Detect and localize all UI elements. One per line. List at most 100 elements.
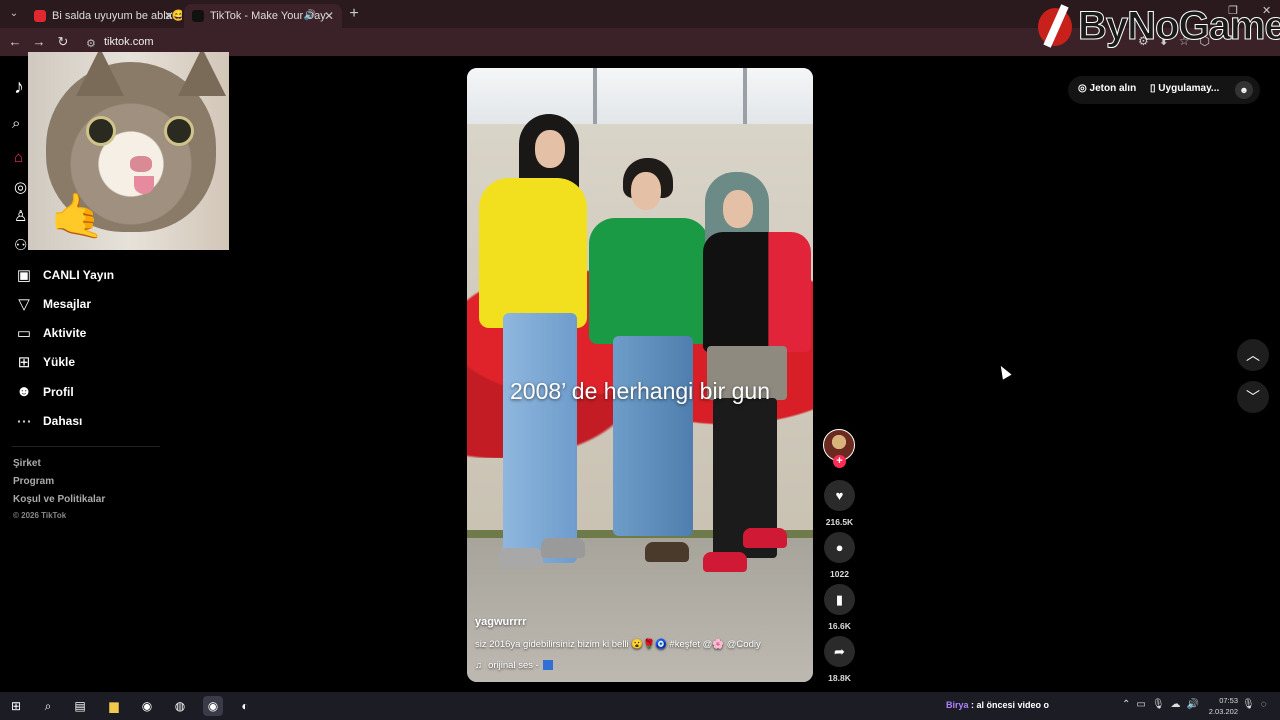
get-app-button[interactable]: ▯ Uygulamay... — [1150, 83, 1219, 94]
watermark-text: ByNoGame — [1078, 4, 1280, 49]
sidebar-item-profile[interactable]: ☻ Profil — [12, 382, 162, 404]
call-me-hand-icon: 🤙 — [50, 192, 105, 241]
person-face — [535, 130, 565, 168]
person-face — [631, 172, 661, 210]
save-button[interactable]: ▮ — [824, 584, 855, 615]
chrome-profile-icon[interactable]: ◉ — [203, 696, 223, 716]
footer-link-program[interactable]: Program — [13, 476, 54, 487]
close-tab-icon[interactable]: ✕ — [324, 4, 334, 28]
video-description: siz 2016ya gidebilirsiniz bizim ki belli… — [475, 639, 761, 650]
person-green-jacket — [589, 218, 709, 344]
get-coins-button[interactable]: ◎ Jeton alın — [1078, 83, 1136, 94]
get-app-label: Uygulamay... — [1158, 83, 1220, 94]
music-note-icon: ♫ — [475, 660, 483, 671]
comment-icon: ● — [835, 540, 844, 555]
close-tab-icon[interactable]: ✕ — [164, 4, 174, 28]
person-shoe — [499, 548, 543, 568]
discord-icon[interactable]: ◍ — [170, 696, 190, 716]
sidebar-item-messages[interactable]: ▽ Mesajlar — [12, 294, 162, 316]
file-explorer-icon[interactable]: ▆ — [104, 696, 124, 716]
bookmark-icon: ▮ — [835, 592, 844, 607]
person-face — [723, 190, 753, 228]
explore-icon[interactable]: ◎ — [14, 178, 27, 196]
like-count: 216.5K — [825, 517, 854, 527]
video-sound[interactable]: ♫ orijinal ses - — [475, 660, 553, 671]
chat-username: Birya — [946, 700, 969, 710]
footer-link-company[interactable]: Şirket — [13, 458, 41, 469]
clock[interactable]: 07:53 2.03.202 — [1206, 695, 1238, 717]
tiktok-icon — [192, 10, 204, 22]
header-actions: ◎ Jeton alın ▯ Uygulamay... ☻ — [1068, 76, 1260, 104]
sidebar-item-activity[interactable]: ▭ Aktivite — [12, 323, 162, 345]
person-shoe — [541, 538, 585, 558]
search-icon[interactable]: ⌕ — [12, 115, 20, 132]
tiktok-logo-icon[interactable]: ♪ — [14, 76, 24, 99]
notification-icons[interactable]: 🎙◌ — [1242, 699, 1273, 710]
url-text: tiktok.com — [104, 36, 154, 48]
person-yellow-hoodie — [479, 178, 587, 328]
task-view-icon[interactable]: ▤ — [70, 696, 90, 716]
taskbar: ⊞ ⌕ ▤ ▆ ◉ ◍ ◉ ◐ Birya : al öncesi video … — [0, 692, 1280, 720]
cat-eye — [86, 116, 116, 146]
site-info-icon[interactable]: ⚙ — [86, 34, 96, 54]
coin-icon: ◎ — [1078, 83, 1087, 94]
new-tab-button[interactable]: + — [346, 4, 362, 24]
cat-ear — [178, 52, 226, 96]
friends-icon[interactable]: ⚇ — [14, 236, 27, 254]
like-button[interactable]: ♥ — [824, 480, 855, 511]
get-coins-label: Jeton alın — [1089, 83, 1137, 94]
clock-time: 07:53 — [1219, 696, 1238, 705]
phone-icon: ▯ — [1150, 83, 1156, 94]
user-avatar[interactable]: ☻ — [1235, 81, 1253, 99]
more-icon: ⋯ — [16, 413, 32, 430]
video-overlay-text: 2008’ de herhangi bir gun — [509, 378, 771, 404]
heart-icon: ♥ — [835, 488, 844, 503]
previous-video-button[interactable]: ︿ — [1237, 339, 1269, 371]
sidebar-item-label: Aktivite — [43, 326, 87, 340]
next-video-button[interactable]: ﹀ — [1237, 381, 1269, 413]
back-icon[interactable]: ← — [6, 33, 24, 51]
stream-chat-message: Birya : al öncesi video o — [946, 700, 1049, 710]
sidebar-item-more[interactable]: ⋯ Dahası — [12, 411, 162, 433]
search-icon[interactable]: ⌕ — [38, 696, 58, 716]
live-icon: ▣ — [16, 267, 32, 284]
system-tray-icons[interactable]: ⌃▭🎙☁🔊 — [1122, 699, 1205, 710]
save-count: 16.6K — [828, 621, 851, 631]
following-icon[interactable]: ♙ — [14, 207, 27, 225]
windows-start-icon[interactable]: ⊞ — [6, 696, 26, 716]
sidebar-item-upload[interactable]: ⊞ Yükle — [12, 352, 162, 374]
video-author[interactable]: yagwurrrr — [475, 616, 526, 628]
forward-icon[interactable]: → — [30, 33, 48, 51]
home-icon[interactable]: ⌂ — [14, 149, 23, 166]
chrome-icon[interactable]: ◉ — [137, 696, 157, 716]
reload-icon[interactable]: ↻ — [54, 33, 72, 51]
obs-icon[interactable]: ◐ — [235, 696, 255, 716]
sidebar-divider — [12, 446, 160, 447]
share-button[interactable]: ➦ — [824, 636, 855, 667]
comment-button[interactable]: ● — [824, 532, 855, 563]
chevron-up-icon: ︿ — [1246, 347, 1260, 363]
sidebar-item-label: CANLI Yayın — [43, 268, 115, 282]
watermark: ByNoGame — [1036, 2, 1280, 52]
mouse-cursor-icon — [996, 363, 1012, 380]
share-icon: ➦ — [834, 644, 845, 659]
comment-count: 1022 — [830, 569, 849, 579]
person-jeans — [503, 313, 577, 563]
sidebar-item-label: Yükle — [43, 355, 76, 369]
url-field[interactable]: ⚙ tiktok.com — [84, 32, 984, 52]
speaker-icon[interactable]: 🔊 — [304, 4, 316, 28]
cat-ear — [76, 52, 124, 96]
cat-tongue — [134, 176, 154, 194]
messages-icon: ▽ — [18, 296, 30, 313]
tab-tiktok[interactable]: TikTok - Make Your Day 🔊 ✕ — [184, 4, 342, 28]
person-red-jacket — [703, 232, 811, 352]
follow-plus-icon[interactable]: + — [833, 455, 846, 468]
copyright: © 2026 TikTok — [13, 511, 67, 520]
tab-youtube[interactable]: Bi salda uyuyum be abla😄 - Yo ✕ — [26, 4, 182, 28]
sidebar-item-label: Profil — [43, 385, 74, 399]
tab-search-chevron-icon[interactable]: ⌄ — [6, 6, 22, 22]
footer-link-terms[interactable]: Koşul ve Politikalar — [13, 494, 105, 505]
video-player[interactable]: 2008’ de herhangi bir gun yagwurrrr siz … — [467, 68, 813, 682]
sidebar-item-live[interactable]: ▣ CANLI Yayın — [12, 265, 162, 287]
youtube-icon — [34, 10, 46, 22]
